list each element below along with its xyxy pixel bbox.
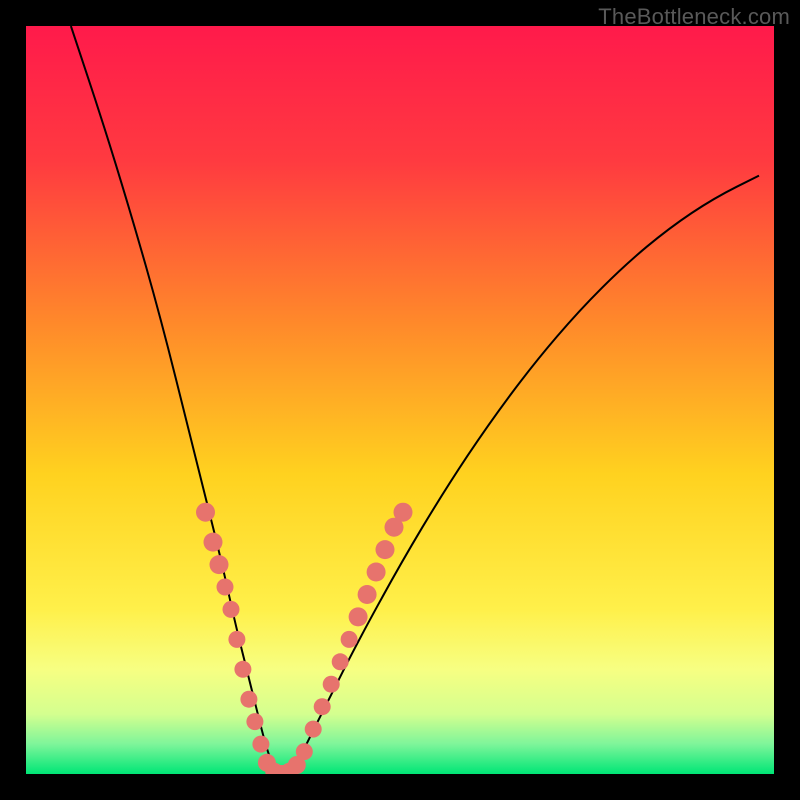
bead-point <box>217 579 234 596</box>
bead-point <box>394 503 413 522</box>
bead-point <box>234 661 251 678</box>
bead-point <box>314 698 331 715</box>
bead-point <box>367 563 386 582</box>
bead-point <box>228 631 245 648</box>
bead-point <box>252 736 269 753</box>
bead-point <box>323 676 340 693</box>
bead-point <box>341 631 358 648</box>
bead-point <box>246 713 263 730</box>
bead-point <box>204 533 223 552</box>
bead-point <box>240 691 257 708</box>
bead-point <box>349 607 368 626</box>
bead-point <box>210 555 229 574</box>
bead-point <box>305 721 322 738</box>
bead-point <box>296 743 313 760</box>
bead-point <box>223 601 240 618</box>
bead-point <box>358 585 377 604</box>
chart-frame <box>26 26 774 774</box>
bead-point <box>196 503 215 522</box>
bead-point <box>376 540 395 559</box>
bead-point <box>332 653 349 670</box>
watermark-text: TheBottleneck.com <box>598 4 790 30</box>
gradient-background <box>26 26 774 774</box>
chart-svg <box>26 26 774 774</box>
